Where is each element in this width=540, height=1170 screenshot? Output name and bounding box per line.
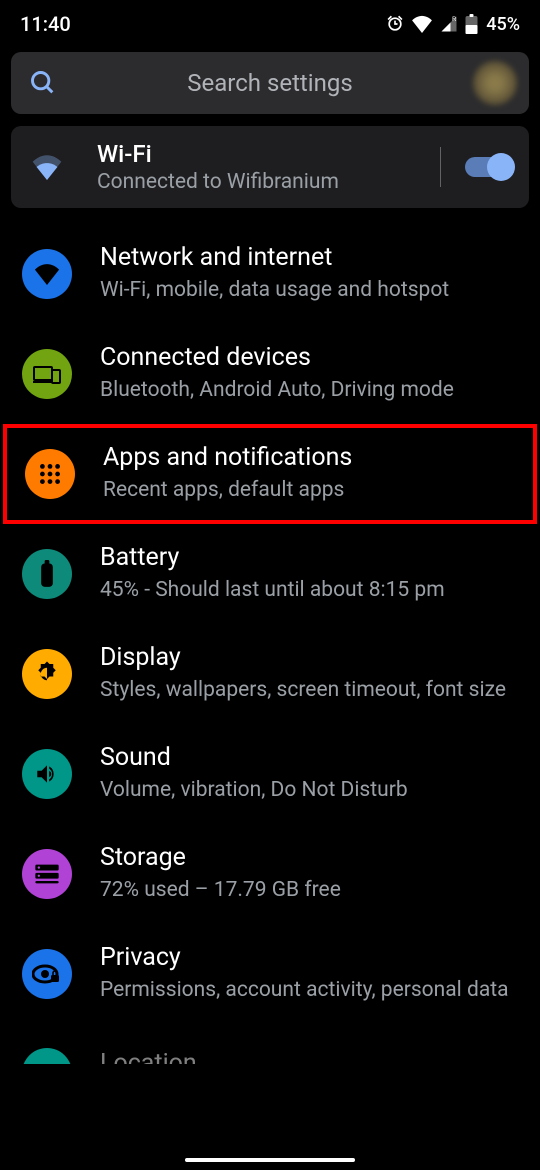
setting-title: Privacy [100,944,518,973]
setting-subtitle: 45% - Should last until about 8:15 pm [100,577,518,604]
setting-title: Display [100,644,518,673]
setting-storage[interactable]: Storage 72% used – 17.79 GB free [0,824,540,924]
setting-subtitle: Recent apps, default apps [103,477,515,504]
setting-subtitle: Volume, vibration, Do Not Disturb [100,777,518,804]
profile-avatar[interactable] [473,61,517,105]
divider [440,147,442,187]
storage-icon [22,849,72,899]
setting-display[interactable]: Display Styles, wallpapers, screen timeo… [0,624,540,724]
wifi-status-icon [411,15,433,33]
status-icons: R 45% [385,14,520,35]
setting-title: Connected devices [100,344,518,373]
signal-icon: R [439,15,459,33]
sound-icon [22,749,72,799]
setting-subtitle: 72% used – 17.79 GB free [100,877,518,904]
status-bar: 11:40 R 45% [0,0,540,44]
setting-location-partial[interactable]: Location [0,1024,540,1064]
setting-subtitle: Wi-Fi, mobile, data usage and hotspot [100,277,518,304]
wifi-toggle[interactable] [465,157,511,177]
search-placeholder: Search settings [187,69,352,97]
setting-apps-notifications[interactable]: Apps and notifications Recent apps, defa… [3,424,537,524]
setting-subtitle: Styles, wallpapers, screen timeout, font… [100,677,518,704]
privacy-icon [22,949,72,999]
location-icon [22,1048,72,1064]
navigation-handle[interactable] [185,1158,355,1162]
battery-icon [22,549,72,599]
brightness-icon [22,649,72,699]
alarm-icon [385,14,405,34]
setting-subtitle: Permissions, account activity, personal … [100,977,518,1004]
setting-title: Location [100,1050,518,1064]
wifi-icon [29,154,65,180]
search-settings-bar[interactable]: Search settings [11,52,529,114]
wifi-icon [22,249,72,299]
setting-title: Battery [100,544,518,573]
wifi-card-subtitle: Connected to Wifibranium [97,170,440,194]
setting-title: Sound [100,744,518,773]
setting-title: Storage [100,844,518,873]
setting-network-internet[interactable]: Network and internet Wi-Fi, mobile, data… [0,224,540,324]
setting-privacy[interactable]: Privacy Permissions, account activity, p… [0,924,540,1024]
settings-list: Network and internet Wi-Fi, mobile, data… [0,224,540,1064]
setting-connected-devices[interactable]: Connected devices Bluetooth, Android Aut… [0,324,540,424]
setting-sound[interactable]: Sound Volume, vibration, Do Not Disturb [0,724,540,824]
setting-title: Network and internet [100,244,518,273]
battery-percentage: 45% [486,14,520,35]
setting-subtitle: Bluetooth, Android Auto, Driving mode [100,377,518,404]
search-icon [29,69,57,97]
wifi-quick-card[interactable]: Wi-Fi Connected to Wifibranium [11,126,529,208]
devices-icon [22,349,72,399]
setting-battery[interactable]: Battery 45% - Should last until about 8:… [0,524,540,624]
apps-icon [25,449,75,499]
setting-title: Apps and notifications [103,444,515,473]
battery-status-icon [465,14,478,34]
status-time: 11:40 [20,12,71,36]
wifi-card-title: Wi-Fi [97,140,440,168]
